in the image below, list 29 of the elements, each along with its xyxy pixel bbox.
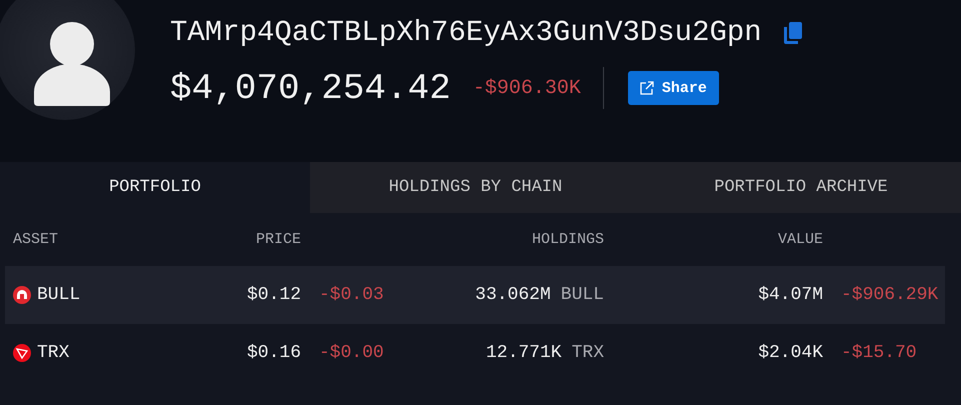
column-header: VALUE xyxy=(778,231,823,248)
column-header: HOLDINGS xyxy=(532,231,604,248)
value-cell: $2.04K xyxy=(758,343,823,363)
coin-icon xyxy=(13,286,31,304)
value-change: -$906.29K xyxy=(841,285,938,305)
price-cell: $0.16 xyxy=(246,343,301,363)
asset-name: BULL xyxy=(37,285,80,305)
value-change: -$15.70 xyxy=(841,343,917,363)
holdings-amount: 33.062M xyxy=(475,285,551,305)
total-change: -$906.30K xyxy=(472,76,581,100)
external-link-icon xyxy=(640,81,654,95)
tab[interactable]: HOLDINGS BY CHAIN xyxy=(310,162,641,213)
share-button[interactable]: Share xyxy=(628,71,719,105)
tab[interactable]: PORTFOLIO ARCHIVE xyxy=(641,162,961,213)
wallet-address: TAMrp4QaCTBLpXh76EyAx3GunV3Dsu2Gpn xyxy=(170,16,762,49)
coin-icon xyxy=(13,344,31,362)
total-value: $4,070,254.42 xyxy=(170,68,451,108)
table-row[interactable]: BULL $0.12 -$0.03 33.062M BULL $4.07M -$906.29K xyxy=(5,266,945,324)
holdings-unit: BULL xyxy=(560,285,604,305)
copy-icon[interactable] xyxy=(784,22,802,44)
holdings-unit: TRX xyxy=(572,343,604,363)
value-cell: $4.07M xyxy=(758,285,823,305)
holdings-amount: 12.771K xyxy=(486,343,562,363)
price-cell: $0.12 xyxy=(246,285,301,305)
column-header: ASSET xyxy=(13,231,58,248)
column-header: PRICE xyxy=(256,231,301,248)
price-change: -$0.03 xyxy=(319,285,384,305)
price-change: -$0.00 xyxy=(319,343,384,363)
asset-name: TRX xyxy=(37,343,70,363)
